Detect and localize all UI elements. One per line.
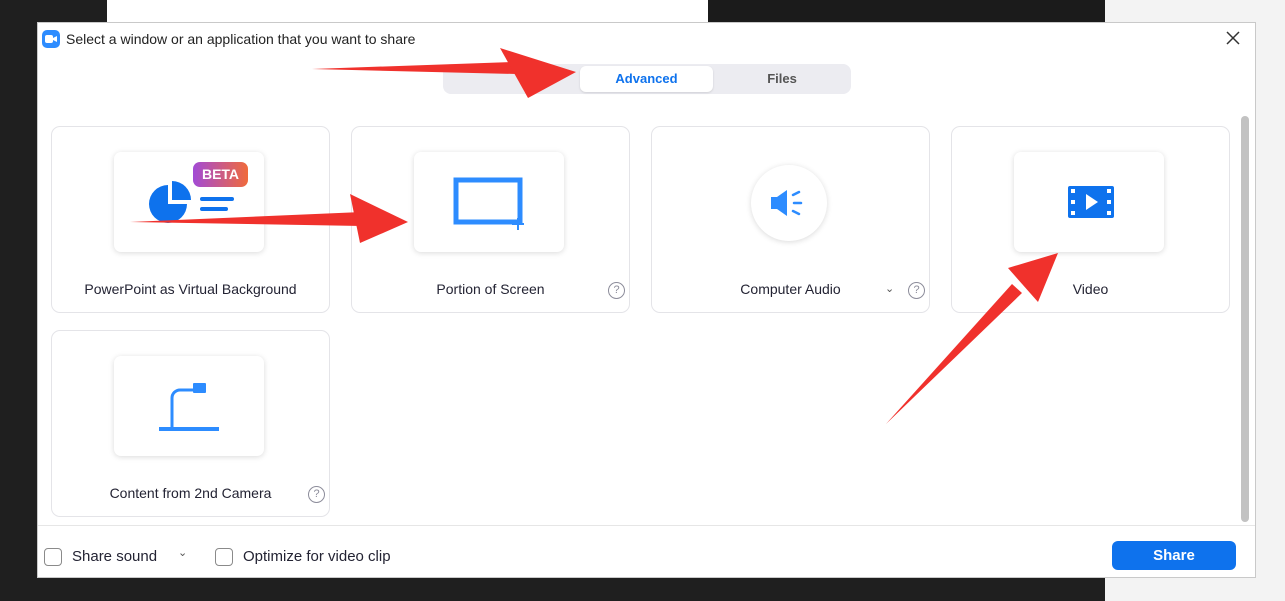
help-icon[interactable]: ? [908, 282, 925, 299]
card-label: Content from 2nd Camera [109, 485, 272, 501]
document-camera-icon [159, 383, 219, 431]
thumbnail [751, 165, 827, 241]
close-icon [1226, 31, 1240, 45]
speaker-icon [771, 190, 803, 216]
share-sound-checkbox[interactable] [44, 548, 62, 566]
card-powerpoint-virtual-background[interactable]: BETA PowerPoint as Virtual Background [51, 126, 330, 313]
share-options-grid: BETA PowerPoint as Virtual Background Po… [38, 113, 1238, 523]
zoom-app-icon [42, 30, 60, 48]
share-button[interactable]: Share [1112, 541, 1236, 570]
card-label: Video [1072, 281, 1109, 297]
footer: Share sound ⌄ Optimize for video clip Sh… [38, 525, 1255, 579]
thumbnail [1014, 152, 1164, 252]
background-window [708, 0, 1105, 22]
card-label: PowerPoint as Virtual Background [84, 281, 297, 297]
card-computer-audio[interactable]: Computer Audio ⌄ ? [651, 126, 930, 313]
scrollbar[interactable] [1241, 116, 1249, 522]
help-icon[interactable]: ? [608, 282, 625, 299]
optimize-video-checkbox[interactable] [215, 548, 233, 566]
card-content-from-2nd-camera[interactable]: Content from 2nd Camera ? [51, 330, 330, 517]
scrollbar-thumb[interactable] [1241, 116, 1249, 522]
chevron-down-icon[interactable]: ⌄ [885, 282, 894, 295]
card-video[interactable]: Video [951, 126, 1230, 313]
thumbnail: BETA [114, 152, 264, 252]
optimize-video-label: Optimize for video clip [243, 548, 391, 565]
chevron-down-icon[interactable]: ⌄ [178, 546, 187, 559]
title-bar: Select a window or an application that y… [38, 23, 1255, 55]
tab-advanced[interactable]: Advanced [580, 66, 713, 92]
film-icon [1068, 186, 1114, 218]
card-portion-of-screen[interactable]: Portion of Screen ? [351, 126, 630, 313]
share-screen-dialog: Select a window or an application that y… [37, 22, 1256, 578]
share-sound-label: Share sound [72, 548, 158, 565]
close-button[interactable] [1223, 28, 1243, 48]
thumbnail [114, 356, 264, 456]
background-document [107, 0, 708, 22]
tab-files[interactable]: Files [713, 66, 851, 92]
thumbnail [414, 152, 564, 252]
screen-portion-icon [453, 177, 524, 230]
help-icon[interactable]: ? [308, 486, 325, 503]
beta-badge: BETA [193, 162, 248, 187]
dialog-title: Select a window or an application that y… [66, 31, 416, 47]
card-label: Portion of Screen [436, 281, 545, 297]
tab-switcher: Advanced Files [443, 64, 851, 94]
